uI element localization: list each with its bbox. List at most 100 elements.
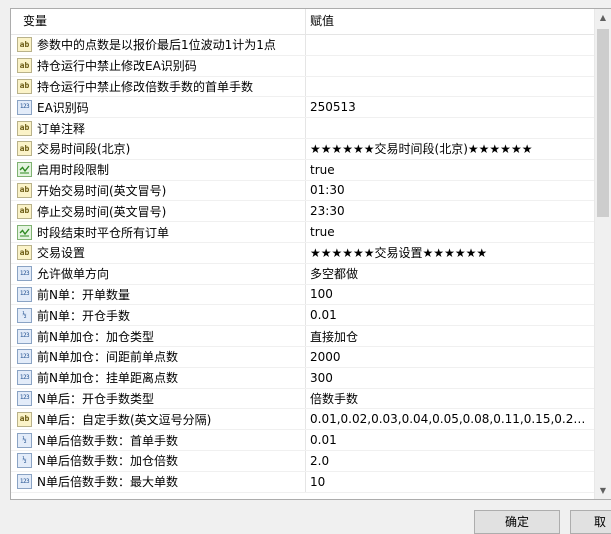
variable-value: 2000 (310, 349, 341, 364)
value-cell[interactable]: true (306, 222, 595, 242)
variable-cell[interactable]: 123 前N单：开单数量 (11, 284, 306, 305)
string-type-icon: ab (17, 37, 32, 53)
table-row[interactable]: ab 交易时间段(北京) ★★★★★★交易时间段(北京)★★★★★★ (11, 138, 595, 160)
variable-cell[interactable]: ab 订单注释 (11, 118, 306, 138)
variable-cell[interactable]: 123 前N单加仓：间距前单点数 (11, 346, 306, 367)
variable-name: 持仓运行中禁止修改倍数手数的首单手数 (37, 79, 254, 94)
value-cell[interactable]: 多空都做 (306, 264, 595, 284)
variable-cell[interactable]: 123 EA识别码 (11, 97, 306, 118)
variable-cell[interactable]: 123 N单后倍数手数：最大单数 (11, 471, 306, 492)
variable-name: 前N单：开单数量 (37, 287, 130, 302)
value-cell[interactable] (306, 35, 595, 55)
bool-type-icon (17, 162, 32, 178)
table-row[interactable]: ab 持仓运行中禁止修改EA识别码 (11, 55, 595, 77)
scroll-up-icon[interactable]: ▲ (595, 9, 611, 26)
value-cell[interactable]: ★★★★★★交易设置★★★★★★ (306, 243, 595, 263)
integer-type-icon: 123 (17, 266, 32, 282)
table-row[interactable]: ab 订单注释 (11, 118, 595, 139)
value-cell[interactable]: ★★★★★★交易时间段(北京)★★★★★★ (306, 139, 595, 159)
value-cell[interactable]: 0.01 (306, 305, 595, 325)
variable-name: 交易时间段(北京) (37, 142, 131, 157)
variable-cell[interactable]: 123 前N单加仓：加仓类型 (11, 326, 306, 346)
table-row[interactable]: 启用时段限制 true (11, 159, 595, 181)
table-row[interactable]: ab 持仓运行中禁止修改倍数手数的首单手数 (11, 76, 595, 98)
table-row[interactable]: 123 N单后：开仓手数类型 倍数手数 (11, 388, 595, 410)
table-row[interactable]: 123 N单后倍数手数：最大单数 10 (11, 471, 595, 493)
ok-button[interactable]: 确定 (474, 510, 560, 534)
variable-cell[interactable]: ab 交易设置 (11, 242, 306, 263)
table-row[interactable]: 123 前N单加仓：加仓类型 直接加仓 (11, 326, 595, 347)
double-type-icon: ½ (17, 432, 32, 448)
variable-name: 参数中的点数是以报价最后1位波动1计为1点 (37, 38, 276, 53)
variable-value: 0.01,0.02,0.03,0.04,0.05,0.08,0.11,0.15,… (310, 412, 590, 427)
variable-cell[interactable]: ab 停止交易时间(英文冒号) (11, 201, 306, 222)
header-variable[interactable]: 变量 (11, 9, 306, 34)
value-cell[interactable]: 0.01,0.02,0.03,0.04,0.05,0.08,0.11,0.15,… (306, 409, 595, 429)
string-type-icon: ab (17, 411, 32, 427)
value-cell[interactable]: 2.0 (306, 451, 595, 471)
variable-value: 01:30 (310, 183, 345, 198)
table-row[interactable]: ab 参数中的点数是以报价最后1位波动1计为1点 (11, 35, 595, 56)
scroll-down-icon[interactable]: ▼ (595, 482, 611, 499)
grid-header: 变量 赋值 (11, 9, 595, 35)
variable-cell[interactable]: ab 交易时间段(北京) (11, 138, 306, 159)
integer-type-icon: 123 (17, 349, 32, 365)
table-row[interactable]: ½ N单后倍数手数：首单手数 0.01 (11, 430, 595, 451)
vertical-scrollbar[interactable]: ▲ ▼ (594, 9, 611, 499)
variable-cell[interactable]: ab 参数中的点数是以报价最后1位波动1计为1点 (11, 35, 306, 55)
variable-cell[interactable]: ½ N单后倍数手数：首单手数 (11, 430, 306, 450)
table-row[interactable]: ½ N单后倍数手数：加仓倍数 2.0 (11, 450, 595, 472)
value-cell[interactable]: true (306, 160, 595, 180)
table-row[interactable]: ab 停止交易时间(英文冒号) 23:30 (11, 201, 595, 223)
value-cell[interactable]: 100 (306, 285, 595, 305)
value-cell[interactable]: 23:30 (306, 201, 595, 221)
variable-value: 10 (310, 474, 326, 489)
variable-value: 300 (310, 370, 333, 385)
table-row[interactable]: ½ 前N单：开仓手数 0.01 (11, 305, 595, 327)
variable-cell[interactable]: ab 持仓运行中禁止修改倍数手数的首单手数 (11, 76, 306, 97)
variable-cell[interactable]: ab 持仓运行中禁止修改EA识别码 (11, 55, 306, 76)
value-cell[interactable]: 250513 (306, 97, 595, 117)
value-cell[interactable]: 01:30 (306, 181, 595, 201)
variable-cell[interactable]: ½ N单后倍数手数：加仓倍数 (11, 450, 306, 471)
variable-cell[interactable]: 123 前N单加仓：挂单距离点数 (11, 367, 306, 388)
variable-cell[interactable]: ab 开始交易时间(英文冒号) (11, 180, 306, 201)
table-row[interactable]: 123 前N单：开单数量 100 (11, 284, 595, 306)
variable-cell[interactable]: 启用时段限制 (11, 159, 306, 180)
value-cell[interactable]: 直接加仓 (306, 326, 595, 346)
double-type-icon: ½ (17, 453, 32, 469)
table-row[interactable]: 时段结束时平仓所有订单 true (11, 222, 595, 243)
variable-cell[interactable]: ab N单后：自定手数(英文逗号分隔) (11, 409, 306, 430)
variable-name: 前N单加仓：挂单距离点数 (37, 371, 178, 386)
variable-name: 订单注释 (37, 121, 86, 136)
table-row[interactable]: 123 前N单加仓：挂单距离点数 300 (11, 367, 595, 389)
value-cell[interactable]: 倍数手数 (306, 389, 595, 409)
value-cell[interactable] (306, 118, 595, 138)
string-type-icon: ab (17, 245, 32, 261)
table-row[interactable]: 123 前N单加仓：间距前单点数 2000 (11, 346, 595, 368)
integer-type-icon: 123 (17, 99, 32, 115)
variable-value: 23:30 (310, 204, 345, 219)
variable-cell[interactable]: 123 允许做单方向 (11, 263, 306, 284)
value-cell[interactable]: 0.01 (306, 430, 595, 450)
variable-name: N单后倍数手数：加仓倍数 (37, 454, 178, 469)
variable-cell[interactable]: 时段结束时平仓所有订单 (11, 222, 306, 242)
value-cell[interactable] (306, 77, 595, 97)
table-row[interactable]: 123 允许做单方向 多空都做 (11, 263, 595, 285)
variable-name: 前N单加仓：间距前单点数 (37, 350, 178, 365)
scroll-thumb[interactable] (597, 29, 609, 217)
table-row[interactable]: ab 交易设置 ★★★★★★交易设置★★★★★★ (11, 242, 595, 264)
value-cell[interactable]: 10 (306, 472, 595, 492)
variable-cell[interactable]: 123 N单后：开仓手数类型 (11, 388, 306, 409)
value-cell[interactable]: 300 (306, 368, 595, 388)
header-value[interactable]: 赋值 (306, 9, 595, 34)
variable-cell[interactable]: ½ 前N单：开仓手数 (11, 305, 306, 326)
table-row[interactable]: ab N单后：自定手数(英文逗号分隔) 0.01,0.02,0.03,0.04,0.… (11, 409, 595, 431)
value-cell[interactable]: 2000 (306, 347, 595, 367)
value-cell[interactable] (306, 56, 595, 76)
table-row[interactable]: ab 开始交易时间(英文冒号) 01:30 (11, 180, 595, 202)
table-row[interactable]: 123 EA识别码 250513 (11, 97, 595, 119)
cancel-button[interactable]: 取 (570, 510, 611, 534)
integer-type-icon: 123 (17, 328, 32, 344)
variable-name: 停止交易时间(英文冒号) (37, 204, 167, 219)
